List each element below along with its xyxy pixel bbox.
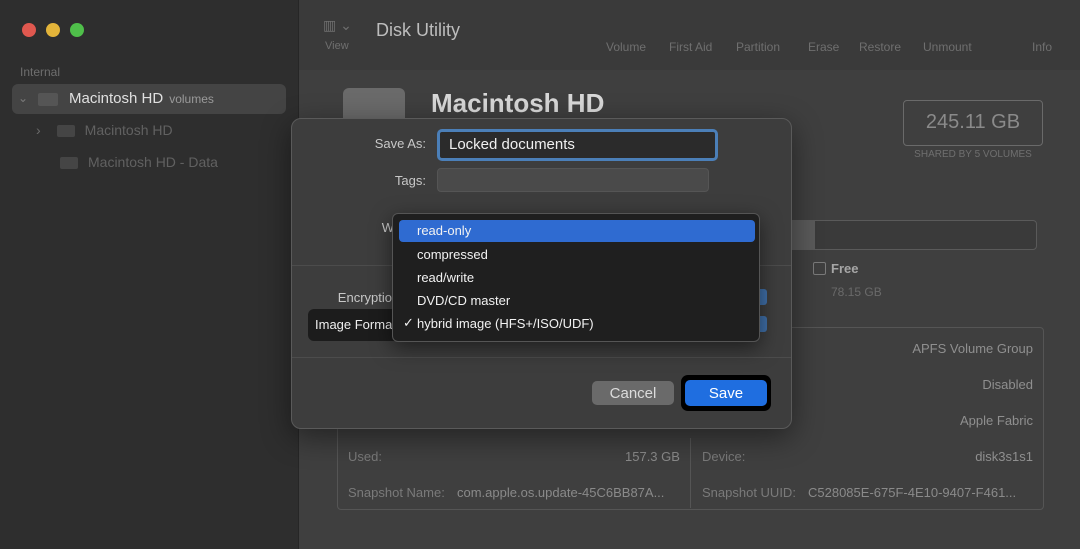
save-button[interactable]: Save (685, 380, 767, 406)
free-label: Free (831, 261, 859, 276)
cancel-button[interactable]: Cancel (592, 381, 674, 405)
capacity-value: 245.11 GB (925, 111, 1021, 133)
volume-icon (60, 157, 78, 170)
menu-item-label: DVD/CD master (417, 293, 511, 308)
menu-item-read-only[interactable]: read-only (399, 220, 755, 242)
used-label: Used: (348, 449, 382, 464)
menu-item-read-write[interactable]: read/write (399, 267, 755, 289)
device-value: disk3s1s1 (975, 449, 1033, 464)
erase-button[interactable]: Erase (808, 40, 839, 54)
menu-item-compressed[interactable]: compressed (399, 244, 755, 266)
snapshot-uuid-value: C528085E-675F-4E10-9407-F461... (808, 485, 1017, 500)
menu-item-label: hybrid image (HFS+/ISO/UDF) (417, 316, 594, 331)
minimize-window-button[interactable] (46, 23, 60, 37)
info-table-divider (690, 438, 691, 508)
first-aid-button[interactable]: First Aid (669, 40, 712, 54)
menu-item-label: read-only (417, 223, 472, 238)
usage-bar (778, 220, 1037, 250)
menu-item-hybrid-image[interactable]: ✓ hybrid image (HFS+/ISO/UDF) (399, 313, 755, 335)
volume-title: Macintosh HD (431, 88, 605, 118)
where-label: W (381, 220, 394, 235)
chevron-right-icon[interactable]: › (36, 122, 41, 138)
free-value: 78.15 GB (831, 285, 882, 299)
checkmark-icon: ✓ (403, 315, 414, 330)
snapshot-name-label: Snapshot Name: (348, 485, 445, 500)
sidebar-item-macintosh-hd-container[interactable]: ⌄ Macintosh HD volumes (12, 84, 286, 114)
snapshot-uuid-label: Snapshot UUID: (702, 485, 796, 500)
toolbar: ▥ ⌄ View Disk Utility Volume First Aid P… (299, 0, 1080, 70)
sidebar-item-label: Macintosh HD (69, 90, 164, 107)
window-title: Disk Utility (376, 20, 460, 40)
save-as-label: Save As: (374, 136, 426, 151)
capacity-box: 245.11 GB (903, 100, 1043, 146)
partition-button[interactable]: Partition (736, 40, 780, 54)
save-as-field[interactable]: Locked documents (437, 129, 718, 161)
zoom-window-button[interactable] (70, 23, 84, 37)
menu-item-label: read/write (417, 270, 475, 285)
owners-value: Disabled (982, 377, 1033, 392)
image-format-label-row: Image Forma (308, 309, 398, 341)
chevron-down-icon[interactable]: ⌄ (18, 91, 28, 105)
unmount-button[interactable]: Unmount (923, 40, 972, 54)
close-window-button[interactable] (22, 23, 36, 37)
free-legend-swatch (813, 262, 826, 275)
info-button[interactable]: Info (1032, 40, 1052, 54)
volume-icon (56, 125, 75, 138)
encryption-label: Encryptio (337, 290, 392, 305)
tags-label: Tags: (394, 173, 426, 188)
device-label: Device: (702, 449, 746, 464)
sidebar-item-sublabel: volumes (169, 92, 214, 106)
image-format-menu: read-only compressed read/write DVD/CD m… (392, 213, 760, 342)
volume-button[interactable]: Volume (606, 40, 646, 54)
disk-utility-window: Internal ⌄ Macintosh HD volumes › Macintos… (0, 0, 1080, 549)
sidebar: Internal ⌄ Macintosh HD volumes › Macintos… (0, 0, 299, 549)
type-value: APFS Volume Group (912, 341, 1033, 356)
sidebar-item-macintosh-hd[interactable]: › Macintosh HD (36, 122, 173, 138)
tags-field[interactable] (437, 168, 709, 192)
view-button-label: View (325, 40, 349, 52)
image-format-label: Image Forma (315, 317, 393, 332)
capacity-subtitle: SHARED BY 5 VOLUMES (914, 149, 1032, 160)
dialog-separator (292, 357, 791, 358)
disk-icon (38, 93, 58, 106)
sidebar-section-internal: Internal (20, 65, 61, 79)
used-value: 157.3 GB (625, 449, 680, 464)
sidebar-item-label: Macintosh HD (84, 122, 173, 138)
sidebar-view-icon[interactable]: ▥ ⌄ (323, 17, 352, 34)
menu-item-dvd-cd-master[interactable]: DVD/CD master (399, 290, 755, 312)
sidebar-item-macintosh-hd-data[interactable]: Macintosh HD - Data (60, 154, 218, 170)
restore-button[interactable]: Restore (859, 40, 901, 54)
menu-item-label: compressed (417, 247, 488, 262)
sidebar-item-label: Macintosh HD - Data (88, 154, 218, 170)
snapshot-name-value: com.apple.os.update-45C6BB87A... (457, 485, 665, 500)
connection-value: Apple Fabric (960, 413, 1033, 428)
